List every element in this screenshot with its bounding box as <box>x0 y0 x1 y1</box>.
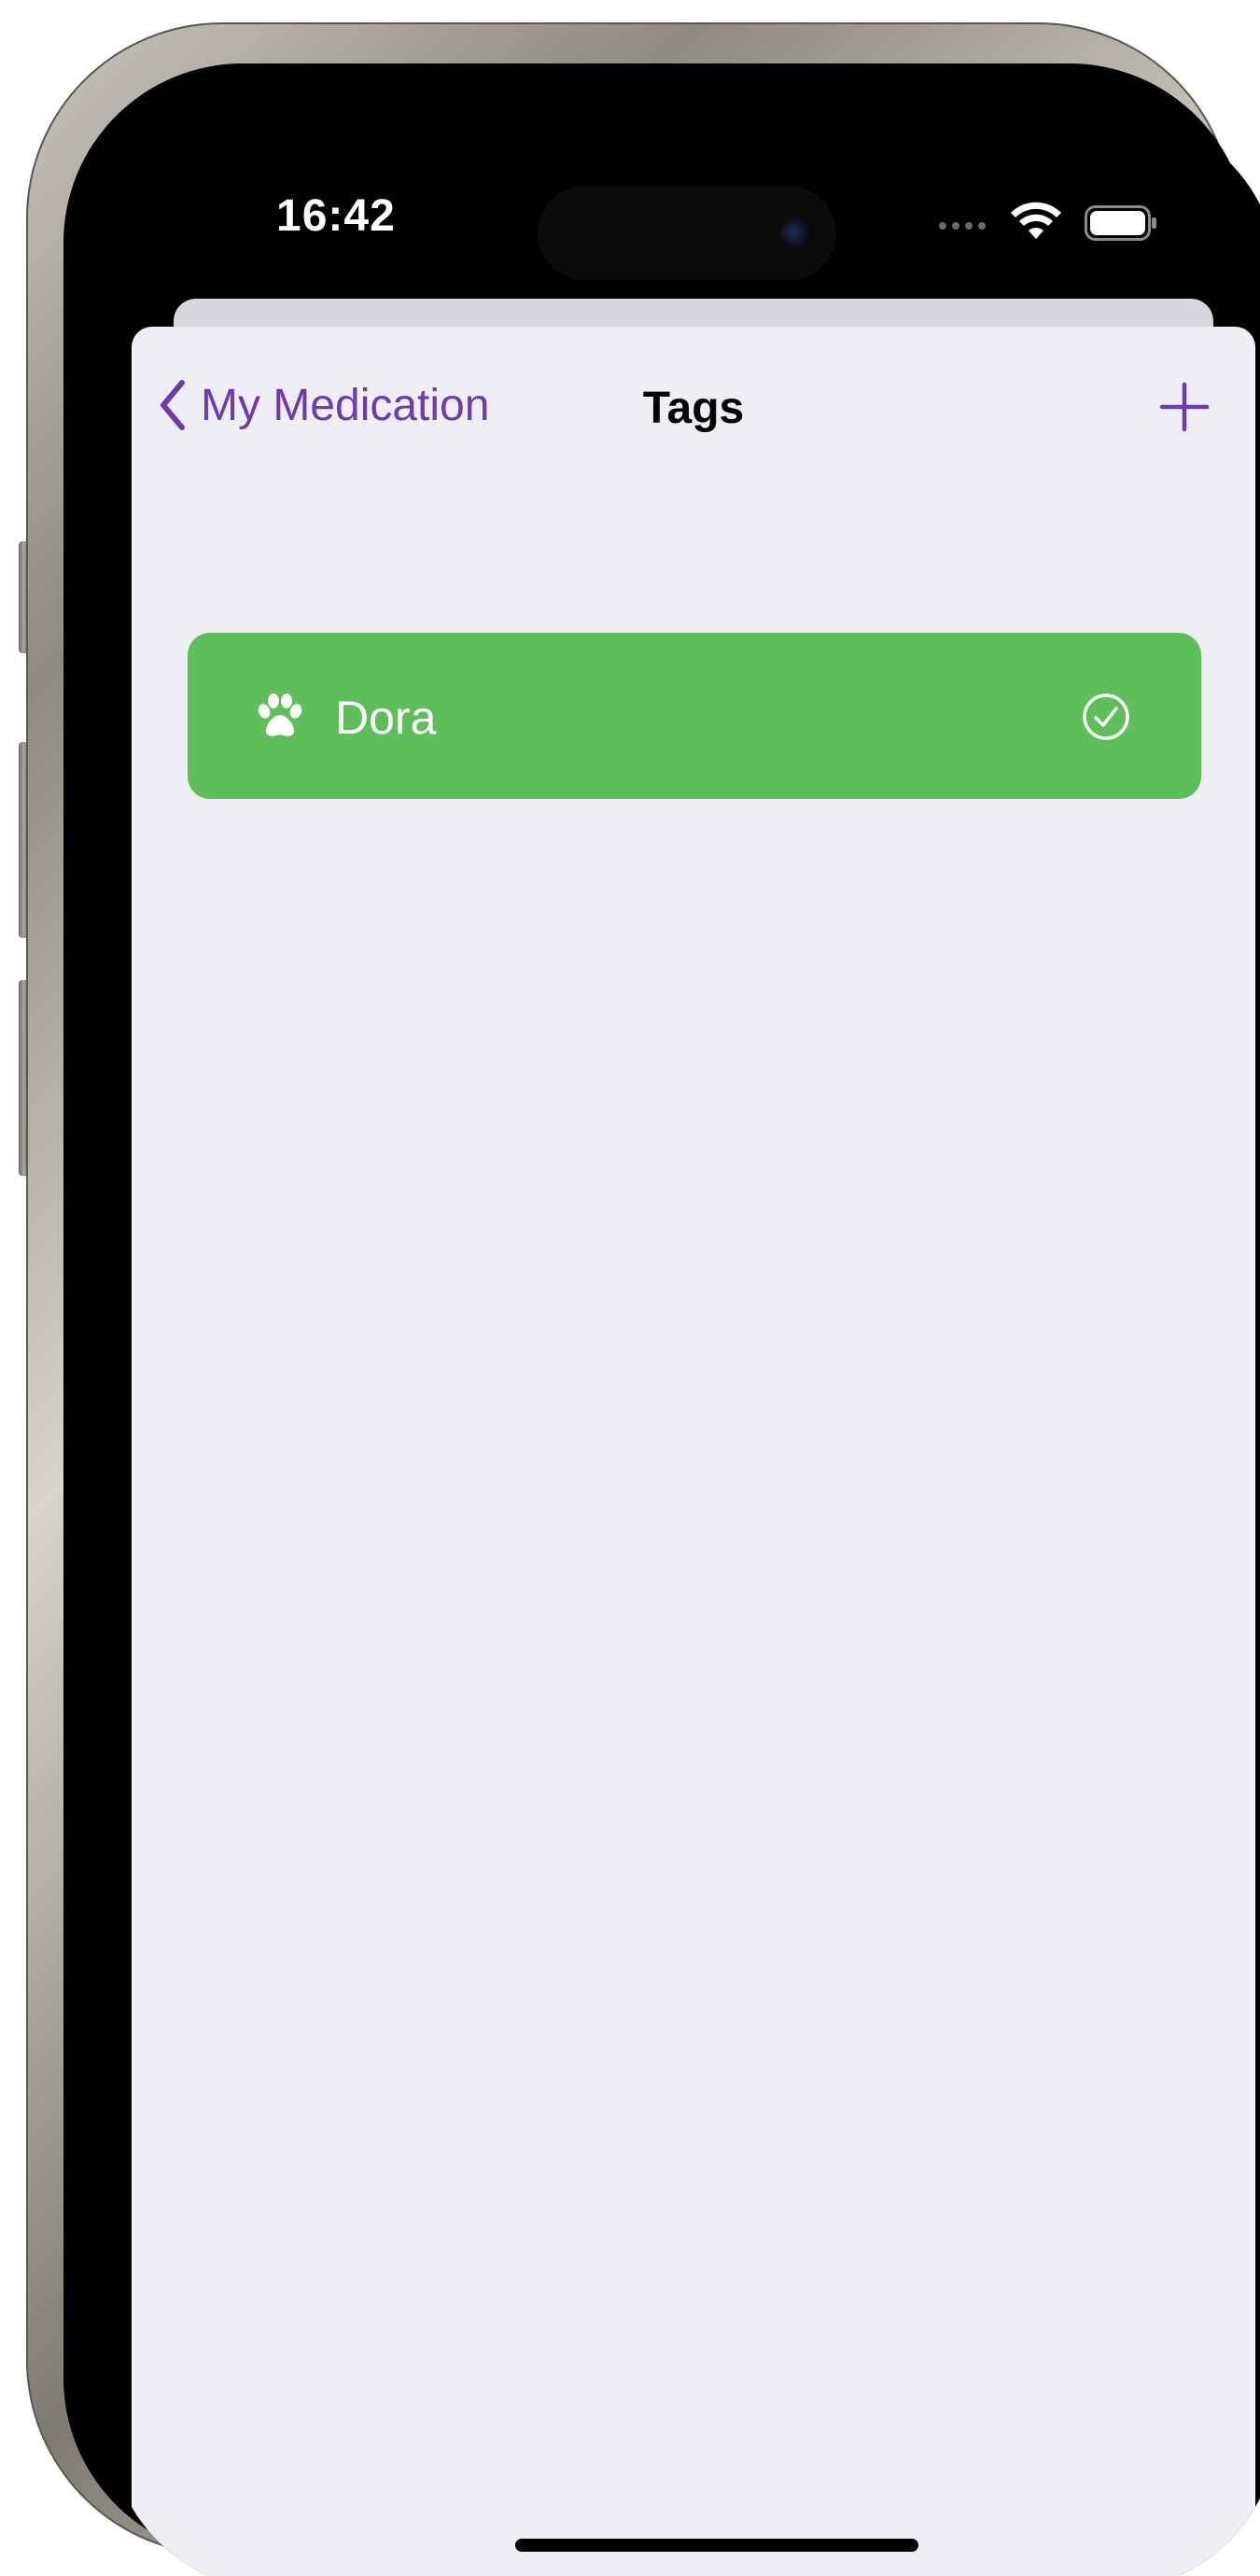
plus-icon[interactable] <box>1158 381 1211 433</box>
front-camera <box>778 217 810 248</box>
device-bezel: 16:42 My Medication Tags Dora <box>63 63 1260 2576</box>
tag-row-dora[interactable]: Dora <box>188 633 1201 799</box>
signal-dots-icon <box>939 222 986 230</box>
tag-label: Dora <box>335 692 437 744</box>
home-indicator[interactable] <box>515 2539 918 2552</box>
screen: 16:42 My Medication Tags Dora <box>108 112 1260 2576</box>
wifi-icon <box>1011 202 1061 239</box>
tags-sheet: My Medication Tags Dora <box>132 327 1255 2576</box>
status-time: 16:42 <box>276 191 396 241</box>
paw-icon <box>258 693 302 736</box>
battery-icon <box>1085 205 1156 241</box>
page-title: Tags <box>642 384 745 433</box>
device-mockup: 16:42 My Medication Tags Dora <box>0 0 1260 2576</box>
checkmark-circle-icon <box>1083 693 1129 740</box>
device-frame: 16:42 My Medication Tags Dora <box>26 22 1260 2576</box>
